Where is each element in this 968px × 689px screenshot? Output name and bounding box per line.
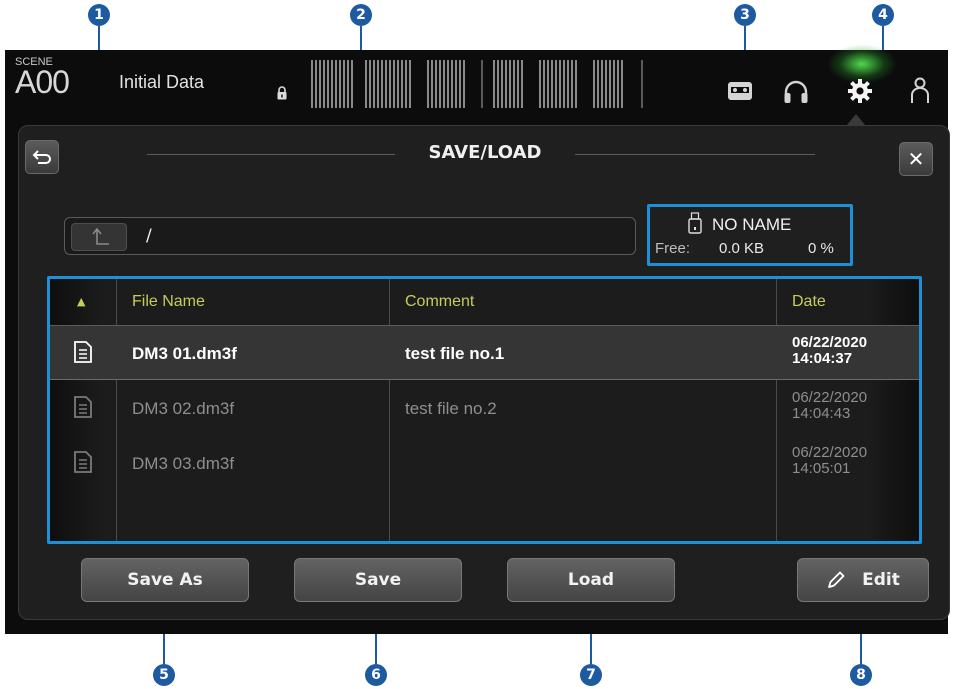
title-rule-right [575,154,815,155]
file-time: 14:05:01 [792,460,851,477]
file-comment: test file no.1 [405,344,505,363]
meter-group-4 [493,60,523,108]
file-date: 06/22/2020 [792,389,868,406]
meter-group-2 [365,60,411,108]
load-button[interactable]: Load [507,558,675,602]
meter-separator-2 [641,60,643,108]
save-as-label: Save As [127,570,203,590]
save-button[interactable]: Save [294,558,462,602]
file-list[interactable]: ▲ File Name Comment Date DM3 01.dm3f tes… [47,276,922,544]
status-bar: SCENE A00 Initial Data [5,44,948,116]
meter-group-3 [427,60,465,108]
gear-icon[interactable] [847,78,873,104]
callout-3: 3 [734,4,756,26]
file-icon [74,341,92,363]
free-space-label: Free: [655,240,691,257]
meter-group-5 [539,60,577,108]
file-icon [74,451,92,473]
file-icon [74,396,92,418]
save-as-button[interactable]: Save As [81,558,249,602]
file-name: DM3 02.dm3f [132,399,235,418]
meter-group-1 [311,60,353,108]
dialog-title: SAVE/LOAD [428,142,542,163]
save-label: Save [354,570,402,590]
file-list-body: ▲ File Name Comment Date DM3 01.dm3f tes… [50,279,919,541]
edit-label: Edit [862,570,900,590]
meter-group-6 [593,60,623,108]
file-date: 06/22/2020 [792,334,868,351]
recorder-icon[interactable] [727,80,753,102]
free-space-value: 0.0 KB [719,240,765,257]
folder-up-arrow-icon [92,227,109,245]
file-time: 14:04:37 [792,350,853,367]
meter-separator [481,60,483,108]
file-name: DM3 03.dm3f [132,454,235,473]
manual-figure: 1 2 3 4 5 6 7 8 SCENE A00 Initial Data S… [0,0,968,689]
file-comment: test file no.2 [405,399,497,418]
callout-4: 4 [872,4,894,26]
file-date: 06/22/2020 [792,444,868,461]
close-icon: ✕ [907,147,925,171]
file-time: 14:04:43 [792,405,851,422]
device-screen: SCENE A00 Initial Data SAVE/LOAD ✕ / NO … [5,44,950,634]
usb-drive-icon [688,212,702,234]
user-icon[interactable] [909,76,931,104]
pencil-icon [828,571,845,588]
column-header-comment[interactable]: Comment [405,293,474,311]
free-space-percent: 0 % [808,240,834,257]
callout-7: 7 [580,664,602,686]
callout-2: 2 [350,4,372,26]
file-row[interactable]: DM3 03.dm3f 06/22/2020 14:05:01 [50,436,919,490]
scene-title[interactable]: Initial Data [119,72,204,93]
scene-number[interactable]: A00 [15,64,70,101]
edit-button[interactable]: Edit [797,558,929,602]
usb-volume-name: NO NAME [712,215,792,234]
callout-6: 6 [365,664,387,686]
folder-up-button[interactable] [71,223,127,251]
callout-5: 5 [153,664,175,686]
file-row[interactable]: DM3 02.dm3f test file no.2 06/22/2020 14… [50,381,919,435]
callout-1: 1 [88,4,110,26]
headphones-icon[interactable] [783,80,809,104]
sort-direction-indicator[interactable]: ▲ [77,295,85,308]
column-header-file-name[interactable]: File Name [132,293,205,311]
callout-8: 8 [850,664,872,686]
lock-icon[interactable] [275,86,289,100]
usb-storage-info: NO NAME Free: 0.0 KB 0 % [647,204,853,266]
file-name: DM3 01.dm3f [132,344,237,363]
current-path: / [146,226,152,246]
load-label: Load [567,570,615,590]
save-load-dialog: SAVE/LOAD ✕ / NO NAME Free: 0.0 KB 0 % ▲… [18,125,950,620]
path-field[interactable]: / [64,217,636,255]
file-row-selected[interactable]: DM3 01.dm3f test file no.1 06/22/2020 14… [50,326,919,380]
column-header-date[interactable]: Date [792,293,826,311]
close-button[interactable]: ✕ [899,142,933,176]
